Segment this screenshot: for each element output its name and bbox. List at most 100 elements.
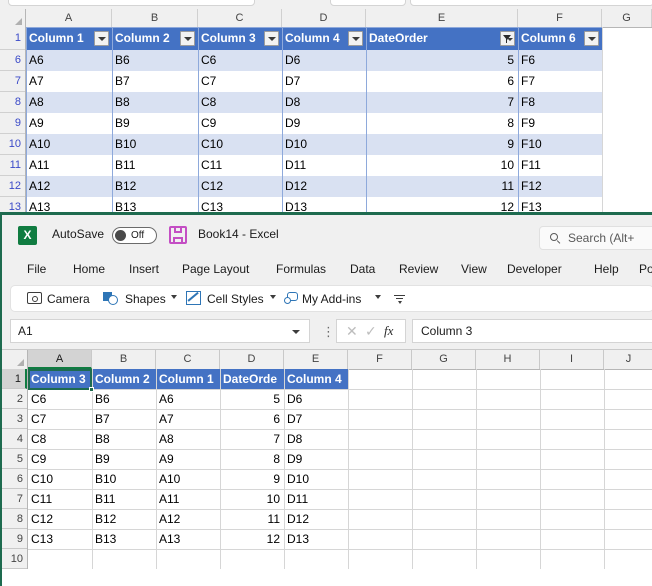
grid-row[interactable]: C7 B7 A7 6 D7 [28,409,652,429]
camera-button[interactable]: Camera [47,290,90,309]
grid-row[interactable]: C10 B10 A10 9 D10 [28,469,652,489]
cell-D7[interactable]: 10 [220,489,284,509]
tab-power-pivot[interactable]: Pow [639,258,652,280]
grid-row[interactable]: C8 B8 A8 7 D8 [28,429,652,449]
grid-row[interactable]: C12 B12 A12 11 D12 [28,509,652,529]
col-header-B[interactable]: B [92,350,156,369]
top-row-7[interactable]: 7 [0,71,25,92]
top-column-header-row[interactable]: A B C D E F G [0,9,652,28]
col-header-E[interactable]: E [284,350,348,369]
cell-D4[interactable]: 7 [220,429,284,449]
cell-E7[interactable]: D11 [284,489,348,509]
cell-E4[interactable]: D8 [284,429,348,449]
search-input[interactable]: Search (Alt+ [539,226,652,250]
grid-header-row[interactable]: Column 3 Column 2 Column 1 DateOrde Colu… [28,369,652,389]
chevron-down-icon-shapes[interactable] [171,295,177,299]
cell-B3[interactable]: B7 [92,409,156,429]
document-title[interactable]: Book14 - Excel [198,227,279,241]
cell-D3[interactable]: 6 [220,409,284,429]
grid-row[interactable]: C9 B9 A9 8 D9 [28,449,652,469]
top-col-C[interactable]: C [198,9,282,27]
row-header-6[interactable]: 6 [2,469,27,489]
cell-D9[interactable]: 12 [220,529,284,549]
col-header-J[interactable]: J [604,350,652,369]
add-ins-icon[interactable] [284,292,298,305]
cell-E3[interactable]: D7 [284,409,348,429]
cell-E2[interactable]: D6 [284,389,348,409]
top-col-A[interactable]: A [26,9,112,27]
excel-grid[interactable]: A B C D E F G H I J 1 2 3 4 5 6 7 8 9 10… [2,349,652,586]
top-row-1[interactable]: 1 [0,27,25,50]
formula-bar[interactable]: A1 ⋮ ✕ ✓ fx Column 3 [2,317,652,347]
col-header-C[interactable]: C [156,350,220,369]
grid-row[interactable]: C11 B11 A11 10 D11 [28,489,652,509]
row-header-5[interactable]: 5 [2,449,27,469]
camera-icon[interactable] [27,292,42,304]
cell-B5[interactable]: B9 [92,449,156,469]
more-commands-icon[interactable] [394,295,405,304]
cell-C8[interactable]: A12 [156,509,220,529]
name-box[interactable]: A1 [10,319,310,343]
cell-styles-button[interactable]: Cell Styles [207,290,264,309]
cell-C1[interactable]: Column 1 [156,369,220,389]
cell-C6[interactable]: A10 [156,469,220,489]
cell-E9[interactable]: D13 [284,529,348,549]
col-header-A[interactable]: A [28,350,92,369]
cell-E8[interactable]: D12 [284,509,348,529]
top-col-G[interactable]: G [602,9,652,27]
row-header-1[interactable]: 1 [2,369,27,389]
top-grid[interactable]: A B C D E F G 1 6 7 8 9 10 11 12 13 Colu… [0,9,652,212]
cancel-icon[interactable]: ✕ [346,323,358,340]
cell-C7[interactable]: A11 [156,489,220,509]
tab-insert[interactable]: Insert [129,258,159,280]
col-header-H[interactable]: H [476,350,540,369]
tab-help[interactable]: Help [594,258,619,280]
row-header-2[interactable]: 2 [2,389,27,409]
grid-body[interactable]: Column 3 Column 2 Column 1 DateOrde Colu… [28,369,652,569]
cell-C9[interactable]: A13 [156,529,220,549]
cell-A7[interactable]: C11 [28,489,92,509]
cell-A4[interactable]: C8 [28,429,92,449]
row-header-9[interactable]: 9 [2,529,27,549]
grid-row[interactable]: C13 B13 A13 12 D13 [28,529,652,549]
top-row-10[interactable]: 10 [0,134,25,155]
col-header-G[interactable]: G [412,350,476,369]
cell-E1[interactable]: Column 4 [284,369,348,389]
row-header-8[interactable]: 8 [2,509,27,529]
cell-C2[interactable]: A6 [156,389,220,409]
tab-formulas[interactable]: Formulas [276,258,326,280]
top-col-B[interactable]: B [112,9,198,27]
tab-data[interactable]: Data [350,258,375,280]
cell-D6[interactable]: 9 [220,469,284,489]
shapes-icon[interactable] [103,292,119,305]
cell-E6[interactable]: D10 [284,469,348,489]
cell-B7[interactable]: B11 [92,489,156,509]
column-header-row[interactable]: A B C D E F G H I J [2,350,652,370]
col-header-D[interactable]: D [220,350,284,369]
top-row-6[interactable]: 6 [0,50,25,71]
cell-A5[interactable]: C9 [28,449,92,469]
autosave-toggle[interactable]: Off [112,227,157,244]
row-header-3[interactable]: 3 [2,409,27,429]
col-header-I[interactable]: I [540,350,604,369]
cell-E5[interactable]: D9 [284,449,348,469]
cell-B8[interactable]: B12 [92,509,156,529]
cell-D1[interactable]: DateOrde [220,369,284,389]
cell-B4[interactable]: B8 [92,429,156,449]
tab-view[interactable]: View [461,258,487,280]
cell-C4[interactable]: A8 [156,429,220,449]
grid-row[interactable]: C6 B6 A6 5 D6 [28,389,652,409]
cell-D8[interactable]: 11 [220,509,284,529]
save-icon[interactable] [169,226,187,244]
tab-page-layout[interactable]: Page Layout [182,258,249,280]
ribbon-tab-bar[interactable]: File Home Insert Page Layout Formulas Da… [2,255,652,283]
cell-A3[interactable]: C7 [28,409,92,429]
tab-home[interactable]: Home [73,258,105,280]
row-header-strip[interactable]: 1 2 3 4 5 6 7 8 9 10 [2,369,28,569]
fill-handle[interactable] [89,387,94,392]
col-header-F[interactable]: F [348,350,412,369]
top-row-header-strip[interactable]: 1 6 7 8 9 10 11 12 13 [0,27,26,212]
tab-developer[interactable]: Developer [507,258,562,280]
cell-B1[interactable]: Column 2 [92,369,156,389]
top-row-13[interactable]: 13 [0,197,25,212]
